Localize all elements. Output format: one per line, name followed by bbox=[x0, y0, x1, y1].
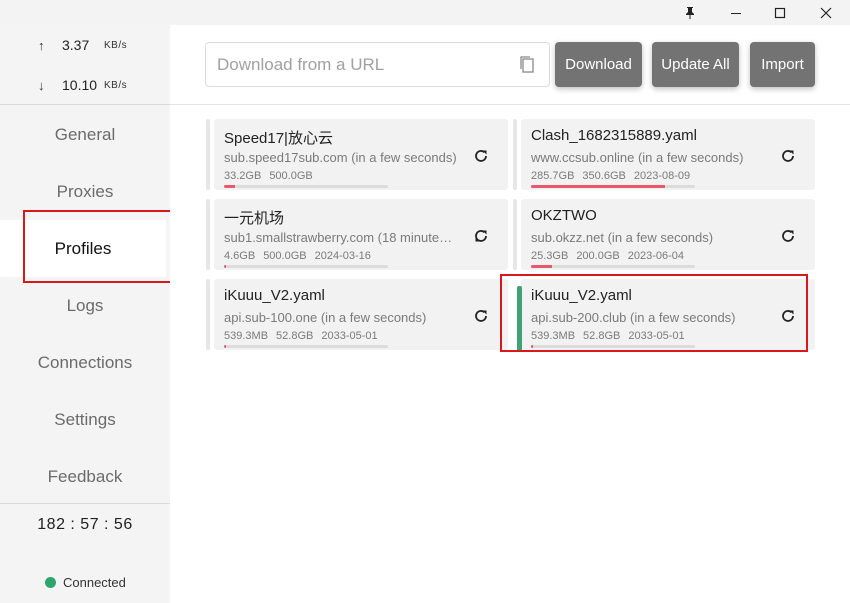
download-speed-unit: KB/s bbox=[104, 79, 128, 91]
sidebar-item-connections[interactable]: Connections bbox=[0, 334, 170, 391]
profile-used: 4.6GB bbox=[224, 250, 256, 262]
usage-bar bbox=[224, 265, 388, 268]
profile-name: Speed17|放心云 bbox=[224, 130, 333, 147]
card-edge bbox=[206, 279, 210, 350]
paste-icon[interactable] bbox=[518, 55, 536, 75]
sidebar-item-logs[interactable]: Logs bbox=[0, 277, 170, 334]
refresh-icon[interactable] bbox=[780, 308, 796, 324]
profile-url: sub.okzz.net (in a few seconds) bbox=[531, 230, 714, 245]
profile-meta: 539.3MB 52.8GB 2033-05-01 bbox=[531, 330, 693, 342]
profile-name: Clash_1682315889.yaml bbox=[531, 127, 697, 144]
profile-url: api.sub-100.one (in a few seconds) bbox=[224, 310, 427, 325]
profile-name: 一元机场 bbox=[224, 210, 285, 227]
profile-used: 539.3MB bbox=[224, 330, 269, 342]
minimize-icon[interactable] bbox=[714, 0, 758, 25]
usage-bar bbox=[531, 185, 695, 188]
close-icon[interactable] bbox=[804, 0, 848, 25]
maximize-icon[interactable] bbox=[758, 0, 802, 25]
card-edge bbox=[513, 119, 517, 190]
profile-total: 52.8GB bbox=[276, 330, 314, 342]
download-speed-value: 10.10 bbox=[62, 77, 98, 93]
sidebar-item-settings[interactable]: Settings bbox=[0, 391, 170, 448]
download-arrow-icon: ↓ bbox=[38, 77, 45, 93]
refresh-icon[interactable] bbox=[473, 228, 489, 244]
profile-url: sub1.smallstrawberry.com (18 minutes ago… bbox=[224, 230, 458, 245]
update-all-button[interactable]: Update All bbox=[652, 42, 739, 87]
title-bar bbox=[0, 0, 850, 25]
upload-speed-value: 3.37 bbox=[62, 37, 90, 53]
upload-speed-unit: KB/s bbox=[104, 39, 128, 51]
pin-icon[interactable] bbox=[668, 0, 712, 25]
profile-total: 52.8GB bbox=[583, 330, 621, 342]
usage-bar bbox=[531, 345, 695, 348]
profile-card[interactable]: iKuuu_V2.yaml api.sub-200.club (in a few … bbox=[517, 279, 815, 352]
refresh-icon[interactable] bbox=[780, 148, 796, 164]
upload-speed: ↑ 3.37 KB/s bbox=[0, 25, 170, 65]
url-input[interactable] bbox=[205, 42, 550, 87]
profile-card[interactable]: Clash_1682315889.yaml www.ccsub.online (i… bbox=[513, 119, 815, 190]
profile-total: 350.6GB bbox=[582, 170, 626, 182]
usage-bar-fill bbox=[531, 185, 665, 188]
sidebar-divider bbox=[0, 503, 170, 504]
refresh-icon[interactable] bbox=[473, 308, 489, 324]
usage-bar-fill bbox=[224, 265, 227, 268]
profile-expire: 2023-08-09 bbox=[633, 170, 691, 182]
profile-url: api.sub-200.club (in a few seconds) bbox=[531, 310, 736, 325]
profile-meta: 33.2GB 500.0GB bbox=[224, 170, 329, 182]
refresh-icon[interactable] bbox=[780, 228, 796, 244]
profile-meta: 539.3MB 52.8GB 2033-05-01 bbox=[224, 330, 386, 342]
profile-card[interactable]: Speed17|放心云 sub.speed17sub.com (in a few … bbox=[206, 119, 508, 190]
sidebar-item-profiles[interactable]: Profiles bbox=[0, 220, 166, 277]
profile-used: 25.3GB bbox=[531, 250, 569, 262]
sidebar-item-proxies[interactable]: Proxies bbox=[0, 163, 170, 220]
connection-status: Connected bbox=[45, 575, 126, 590]
profile-card[interactable]: iKuuu_V2.yaml api.sub-100.one (in a few s… bbox=[206, 279, 508, 350]
profile-used: 33.2GB bbox=[224, 170, 262, 182]
profile-meta: 285.7GB 350.6GB 2023-08-09 bbox=[531, 170, 698, 182]
selected-indicator bbox=[517, 286, 522, 352]
refresh-icon[interactable] bbox=[473, 148, 489, 164]
connection-status-label: Connected bbox=[63, 575, 126, 590]
profile-expire: 2024-03-16 bbox=[314, 250, 371, 262]
upload-arrow-icon: ↑ bbox=[38, 37, 45, 53]
usage-bar-fill bbox=[224, 345, 227, 348]
sidebar-item-feedback[interactable]: Feedback bbox=[0, 448, 170, 505]
profile-card[interactable]: OKZTWO sub.okzz.net (in a few seconds) 25.… bbox=[513, 199, 815, 270]
usage-bar bbox=[224, 185, 388, 188]
download-speed: ↓ 10.10 KB/s bbox=[0, 65, 170, 105]
uptime-clock: 182 : 57 : 56 bbox=[37, 516, 133, 533]
profile-name: OKZTWO bbox=[531, 207, 597, 224]
usage-bar-fill bbox=[531, 265, 552, 268]
import-button[interactable]: Import bbox=[750, 42, 815, 87]
profile-name: iKuuu_V2.yaml bbox=[224, 287, 325, 304]
download-button[interactable]: Download bbox=[555, 42, 642, 87]
card-edge bbox=[206, 199, 210, 270]
profile-card[interactable]: 一元机场 sub1.smallstrawberry.com (18 minutes… bbox=[206, 199, 508, 270]
main-panel: Download Update All Import Speed17|放心云 su… bbox=[170, 25, 850, 603]
profile-meta: 4.6GB 500.0GB 2024-03-16 bbox=[224, 250, 379, 262]
usage-bar bbox=[531, 265, 695, 268]
toolbar: Download Update All Import bbox=[170, 25, 850, 105]
status-dot-icon bbox=[45, 577, 56, 588]
profile-expire: 2033-05-01 bbox=[628, 330, 685, 342]
profile-total: 200.0GB bbox=[576, 250, 620, 262]
profile-expire: 2023-06-04 bbox=[627, 250, 685, 262]
profile-used: 285.7GB bbox=[531, 170, 575, 182]
sidebar-item-general[interactable]: General bbox=[0, 106, 170, 163]
sidebar-divider bbox=[0, 104, 170, 105]
profile-expire: 2033-05-01 bbox=[321, 330, 378, 342]
card-edge bbox=[206, 119, 210, 190]
usage-bar-fill bbox=[224, 185, 235, 188]
profile-url: sub.speed17sub.com (in a few seconds) bbox=[224, 150, 457, 165]
usage-bar bbox=[224, 345, 388, 348]
profile-name: iKuuu_V2.yaml bbox=[531, 287, 632, 304]
profile-url: www.ccsub.online (in a few seconds) bbox=[531, 150, 744, 165]
profile-meta: 25.3GB 200.0GB 2023-06-04 bbox=[531, 250, 692, 262]
profile-total: 500.0GB bbox=[263, 250, 307, 262]
usage-bar-fill bbox=[531, 345, 534, 348]
profile-total: 500.0GB bbox=[269, 170, 313, 182]
card-edge bbox=[513, 199, 517, 270]
profile-used: 539.3MB bbox=[531, 330, 576, 342]
